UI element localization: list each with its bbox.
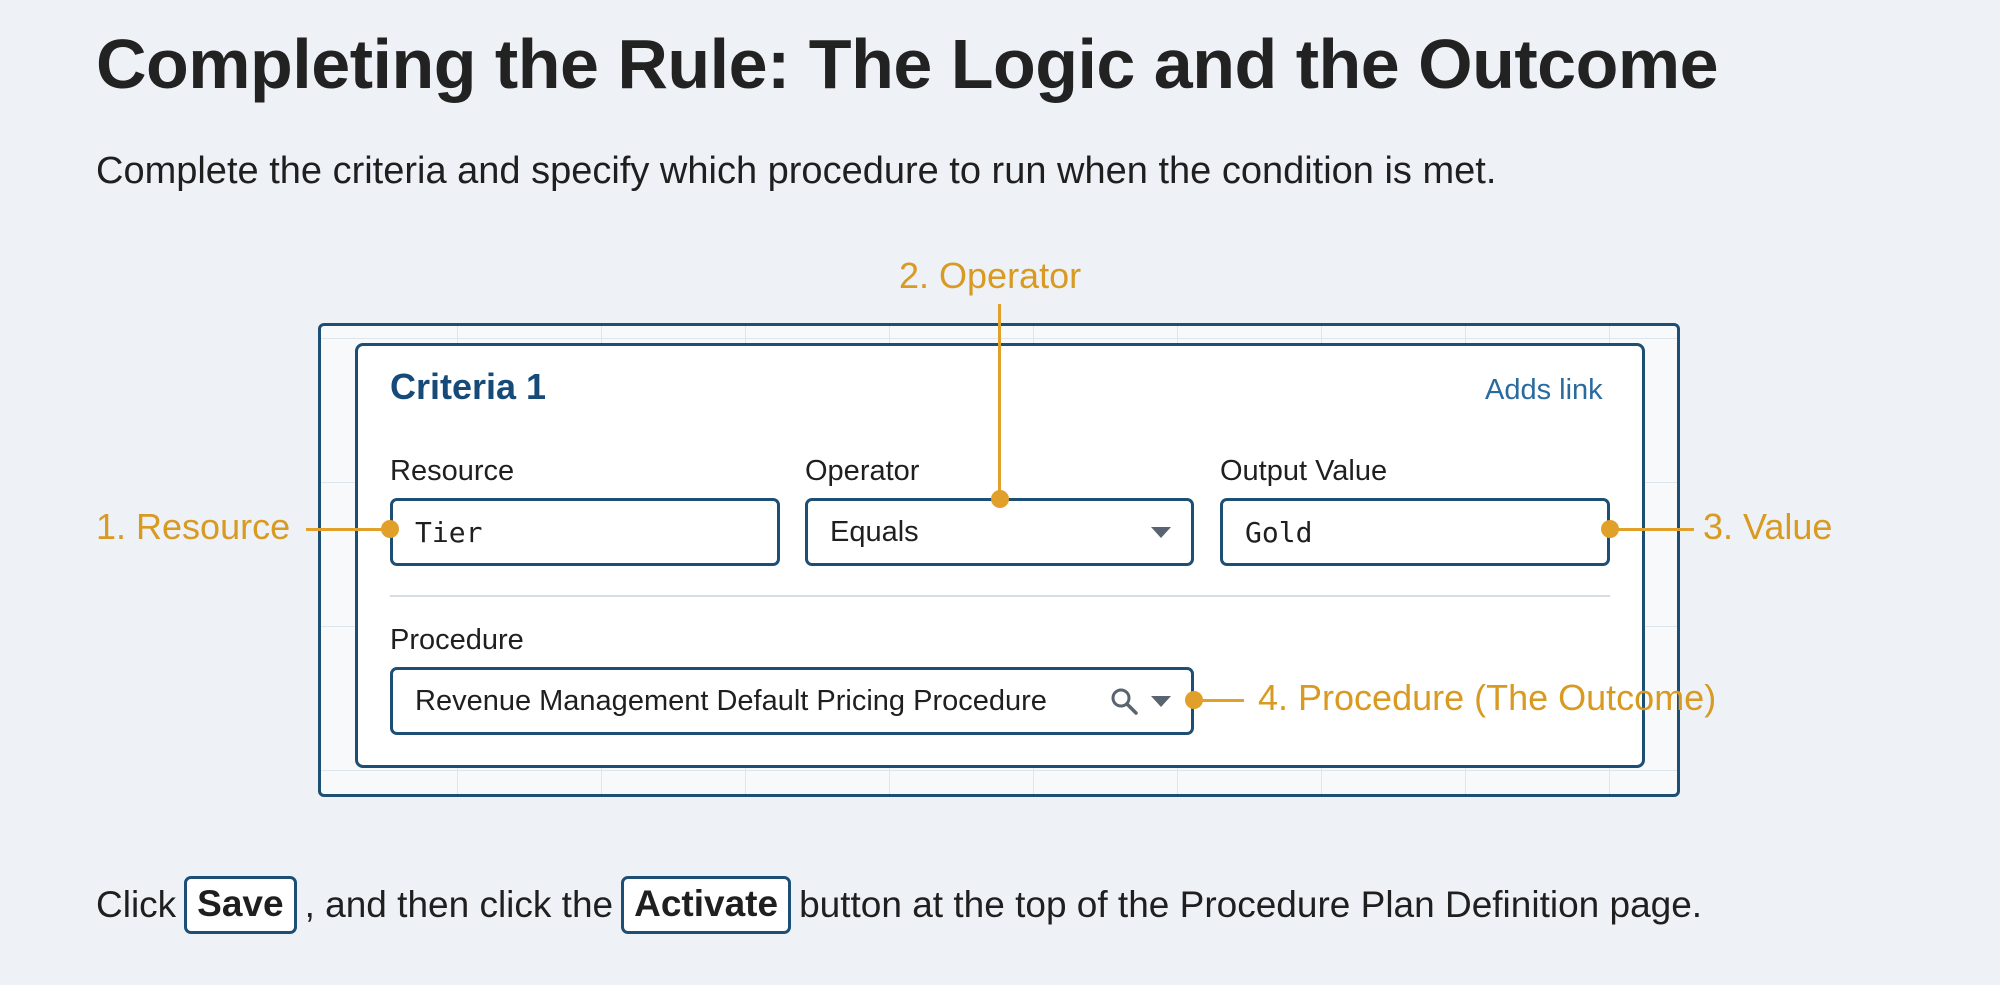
procedure-value: Revenue Management Default Pricing Proce…: [415, 684, 1047, 717]
procedure-label: Procedure: [390, 624, 524, 656]
output-value-value: Gold: [1245, 515, 1313, 549]
callout-value: 3. Value: [1703, 506, 1833, 547]
resource-field[interactable]: Tier: [390, 498, 780, 566]
instruction-after: button at the top of the Procedure Plan …: [799, 883, 1703, 925]
output-value-label: Output Value: [1220, 455, 1388, 487]
callout-operator: 2. Operator: [899, 255, 1082, 296]
criteria-title: Criteria 1: [390, 366, 547, 407]
chevron-down-icon[interactable]: [1151, 696, 1171, 707]
adds-link[interactable]: Adds link: [1485, 374, 1603, 407]
resource-label: Resource: [390, 455, 515, 487]
callout-procedure: 4. Procedure (The Outcome): [1258, 677, 1717, 718]
search-icon[interactable]: [1110, 687, 1138, 715]
callout-resource-line: [306, 528, 390, 531]
procedure-lookup[interactable]: Revenue Management Default Pricing Proce…: [390, 667, 1194, 735]
operator-label: Operator: [805, 455, 920, 487]
instruction-middle: , and then click the: [304, 883, 614, 925]
callout-operator-dot: [991, 490, 1009, 508]
instruction-text: Click Save , and then click the Activate…: [96, 876, 1702, 934]
callout-operator-line: [998, 304, 1001, 499]
callout-resource-dot: [381, 520, 399, 538]
callout-resource: 1. Resource: [96, 506, 291, 547]
chevron-down-icon[interactable]: [1151, 527, 1171, 538]
section-divider: [390, 595, 1610, 597]
operator-select[interactable]: Equals: [805, 498, 1194, 566]
page-title: Completing the Rule: The Logic and the O…: [96, 25, 1719, 103]
callout-procedure-dot: [1185, 691, 1203, 709]
page-subtitle: Complete the criteria and specify which …: [96, 150, 1497, 192]
callout-value-dot: [1601, 520, 1619, 538]
instruction-before: Click: [96, 883, 177, 925]
operator-value: Equals: [830, 515, 919, 548]
output-value-field[interactable]: Gold: [1220, 498, 1610, 566]
resource-value: Tier: [415, 515, 483, 549]
save-button[interactable]: Save: [184, 876, 297, 934]
callout-value-line: [1610, 528, 1694, 531]
activate-button[interactable]: Activate: [621, 876, 792, 934]
